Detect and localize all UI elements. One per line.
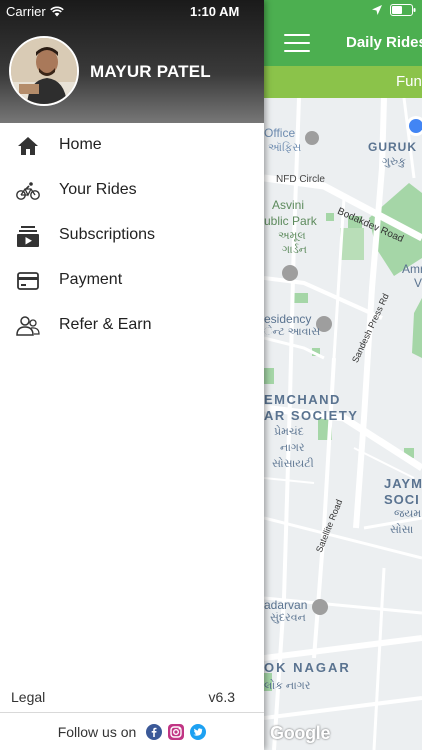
map-label-soci-gu: સોસા [390,524,414,536]
credit-card-icon [16,269,40,293]
map-label-residency: esidency [264,312,312,326]
map-label-nfd-circle: NFD Circle [276,174,325,185]
avatar[interactable] [9,36,79,106]
carrier-label: Carrier [6,4,46,19]
map-view[interactable]: Office ઑફિસ GURUK ગુરુકુ NFD Circle Boda… [264,98,422,750]
map-label-ok-nagar: OK NAGAR [264,660,351,675]
user-name[interactable]: MAYUR PATEL [90,62,211,82]
facebook-icon[interactable] [146,723,163,740]
legal-link[interactable]: Legal [11,689,45,705]
drawer-menu: Home Your Rides Subscriptions Payment Re… [0,123,264,348]
app-title: Daily Rides [346,34,422,51]
menu-item-refer-earn[interactable]: Refer & Earn [0,303,264,348]
status-time: 1:10 AM [190,4,240,19]
status-bar: Carrier 1:10 AM [0,0,264,22]
instagram-icon[interactable] [168,723,185,740]
menu-item-payment[interactable]: Payment [0,258,264,303]
menu-item-home[interactable]: Home [0,123,264,168]
app-header: Daily Rides [264,0,422,66]
map-label-sundarvan-gu: સુંદરવન [270,612,306,624]
social-footer: Follow us on [0,713,264,750]
hamburger-menu-icon[interactable] [284,34,310,52]
map-label-office-gu: ઑફિસ [268,142,302,154]
map-label-soci: SOCI [384,492,420,507]
map-label-jaym-gu: જયમ [394,508,422,520]
map-label-guruk-gu: ગુરુકુ [382,156,406,168]
map-label-garden-gu: ગાર્ડન [282,244,307,256]
map-label-premchand-gu: પ્રેમચંદ [274,426,304,438]
refer-users-icon [16,314,40,338]
battery-icon [390,4,416,16]
avatar-photo [11,38,77,104]
map-label-jaym: JAYM [384,476,422,491]
menu-label-payment: Payment [59,271,123,288]
follow-us-label: Follow us on [57,723,137,740]
map-label-premchand: EMCHAND [264,392,341,407]
promo-banner-text: Fun [396,73,422,90]
map-label-sundarvan: adarvan [264,598,308,612]
menu-label-your-rides: Your Rides [59,181,137,198]
promo-banner[interactable]: Fun [264,66,422,98]
status-icons-right [372,4,416,16]
map-label-ok-nagar-gu: લોક નાગર [264,680,311,692]
navigation-drawer: Carrier 1:10 AM MAYUR PATEL Home Your Ri… [0,0,264,750]
map-label-amr: Amr [402,262,422,276]
map-label-asvini: Asvini [272,198,305,212]
subscriptions-icon [16,224,40,248]
map-label-office: Office [264,126,296,140]
menu-label-refer-earn: Refer & Earn [59,316,152,333]
map-label-residency-gu: ેન્ટ આવાસ [264,326,321,338]
menu-label-home: Home [59,136,102,153]
home-icon [16,134,40,158]
menu-item-subscriptions[interactable]: Subscriptions [0,213,264,258]
app-version: v6.3 [208,689,235,705]
location-arrow-icon [372,5,382,15]
map-label-ar-society: AR SOCIETY [264,408,359,423]
map-label-guruk: GURUK [368,140,417,154]
map-label-society-gu: સોસાયટી [272,458,314,470]
menu-label-subscriptions: Subscriptions [59,226,156,243]
map-graphic [264,98,422,750]
background-map-screen: Daily Rides Fun Office ઑફિસ GURUK ગુરુકુ… [264,0,422,750]
twitter-icon[interactable] [190,723,207,740]
map-label-park-gu: અમૂલ [278,230,306,242]
map-label-amr-2: V [414,276,422,290]
map-label-nagar-gu: નાગર [280,442,305,454]
menu-item-your-rides[interactable]: Your Rides [0,168,264,213]
carrier-indicator: Carrier [6,4,64,19]
map-label-public-park: ublic Park [264,214,317,228]
bicycle-icon [16,179,40,203]
wifi-icon [49,6,64,17]
google-logo: Google [270,723,331,743]
drawer-header: Carrier 1:10 AM MAYUR PATEL [0,0,264,123]
